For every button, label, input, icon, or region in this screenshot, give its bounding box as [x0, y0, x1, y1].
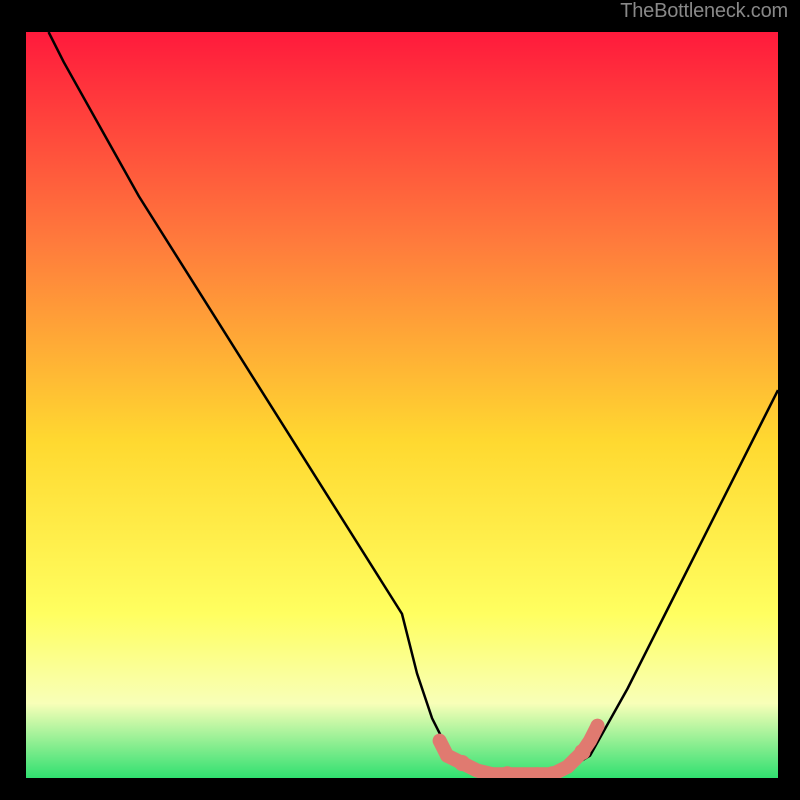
gradient-background [26, 32, 778, 778]
marker-dot [434, 735, 446, 747]
marker-dot [591, 719, 605, 733]
marker-dot [516, 768, 528, 780]
site-branding: TheBottleneck.com [0, 0, 800, 30]
plot-area [0, 30, 800, 800]
bottleneck-chart [24, 30, 780, 780]
marker-dot [584, 735, 596, 747]
marker-dot [440, 749, 454, 763]
marker-dot [454, 755, 470, 771]
marker-dot [471, 764, 483, 776]
